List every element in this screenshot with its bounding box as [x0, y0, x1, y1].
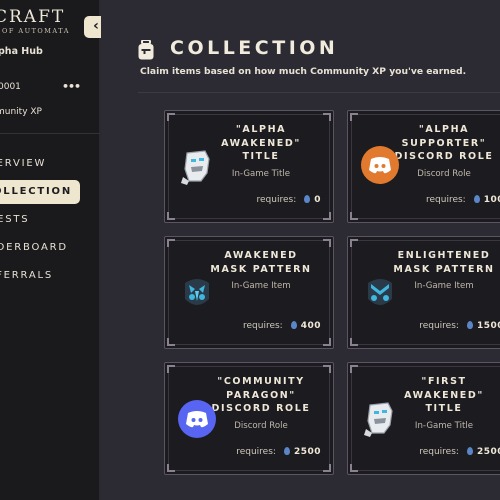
collection-card[interactable]: "ALPHA AWAKENED" TITLE In-Game Title requi…: [164, 110, 334, 223]
nav-item-referrals[interactable]: EFERRALS: [0, 264, 100, 292]
card-requirement: requires: 400: [242, 321, 321, 331]
header-divider: [138, 92, 500, 93]
xp-drop-icon: [466, 447, 473, 455]
nav-item-quests[interactable]: UESTS: [0, 208, 100, 236]
user-id: 0001: [0, 82, 21, 92]
collection-card[interactable]: "COMMUNITY PARAGON" DISCORD ROLE Discord R…: [164, 362, 334, 475]
mask-enlightened-icon: [368, 279, 392, 305]
sidebar-nav: VERVIEW OLLECTION UESTS ADERBOARD EFERRA…: [0, 152, 100, 292]
nav-label: ADERBOARD: [0, 242, 68, 253]
discord-purple-icon: [178, 400, 216, 438]
collection-card[interactable]: "ALPHA SUPPORTER" DISCORD ROLE Discord Rol…: [347, 110, 500, 223]
card-requirement: requires:1500: [419, 321, 500, 331]
xp-drop-icon: [290, 321, 297, 329]
sidebar-divider: [0, 133, 100, 134]
xp-drop-icon: [304, 195, 311, 203]
card-title: "COMMUNITY PARAGON" DISCORD ROLE: [211, 376, 311, 414]
mask-awakened-icon: [185, 279, 209, 305]
nav-item-collection[interactable]: OLLECTION: [0, 180, 80, 204]
robot-icon: [364, 402, 393, 437]
card-type: Discord Role: [417, 169, 471, 179]
collection-card[interactable]: ENLIGHTENED MASK PATTERN In-Game Item req…: [347, 236, 500, 349]
card-type: In-Game Item: [231, 281, 291, 291]
robot-icon: [181, 150, 210, 185]
nav-item-leaderboard[interactable]: ADERBOARD: [0, 236, 100, 264]
card-requirement: requires:2500: [236, 447, 321, 457]
nav-label: VERVIEW: [0, 158, 47, 169]
nav-item-overview[interactable]: VERVIEW: [0, 152, 100, 180]
xp-drop-icon: [466, 321, 473, 329]
nav-label: EFERRALS: [0, 270, 54, 281]
card-title: "ALPHA AWAKENED" TITLE: [221, 124, 301, 162]
sidebar: CRAFT OF AUTOMATA pha Hub 0001 ••• munit…: [0, 0, 100, 500]
more-options-icon[interactable]: •••: [62, 80, 81, 93]
card-title: ENLIGHTENED MASK PATTERN: [393, 250, 495, 275]
card-title: "FIRST AWAKENED" TITLE: [404, 376, 484, 414]
card-type: Discord Role: [234, 421, 288, 431]
card-title: AWAKENED MASK PATTERN: [210, 250, 312, 275]
card-requirement: requires:2500: [419, 447, 500, 457]
nav-label: UESTS: [0, 214, 30, 225]
card-title: "ALPHA SUPPORTER" DISCORD ROLE: [394, 124, 494, 162]
xp-drop-icon: [283, 447, 290, 455]
xp-drop-icon: [473, 195, 480, 203]
card-requirement: requires:100: [425, 195, 500, 205]
collection-card[interactable]: "FIRST AWAKENED" TITLE In-Game Title requi…: [347, 362, 500, 475]
hub-name[interactable]: pha Hub: [0, 46, 43, 57]
discord-orange-icon: [361, 146, 399, 184]
backpack-icon: [138, 40, 154, 60]
card-type: In-Game Item: [414, 281, 474, 291]
chevron-left-icon: ‹: [93, 18, 99, 34]
card-type: In-Game Title: [231, 169, 291, 179]
collection-card[interactable]: AWAKENED MASK PATTERN In-Game Item requir…: [164, 236, 334, 349]
page-title: COLLECTION: [170, 37, 339, 59]
nav-label: OLLECTION: [0, 186, 73, 197]
main-content: COLLECTION Claim items based on how much…: [101, 0, 500, 500]
community-xp-label: munity XP: [0, 107, 42, 117]
card-requirement: requires: 0: [256, 195, 321, 205]
card-type: In-Game Title: [414, 421, 474, 431]
page-subtitle: Claim items based on how much Community …: [140, 66, 467, 77]
